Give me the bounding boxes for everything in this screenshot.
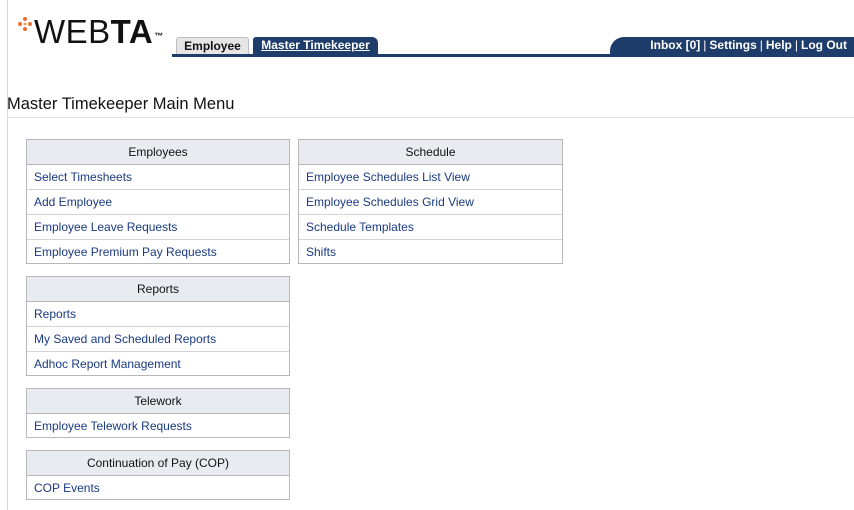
employee-leave-requests-link[interactable]: Employee Leave Requests — [27, 215, 289, 240]
separator: | — [794, 38, 799, 52]
reports-link[interactable]: Reports — [27, 302, 289, 327]
help-link[interactable]: Help — [766, 38, 792, 52]
tab-master-timekeeper[interactable]: Master Timekeeper — [253, 37, 378, 54]
title-divider — [7, 117, 854, 118]
reports-menu-header: Reports — [27, 277, 289, 302]
logout-link[interactable]: Log Out — [801, 38, 847, 52]
employee-schedules-list-view-link[interactable]: Employee Schedules List View — [299, 165, 562, 190]
separator: | — [759, 38, 763, 52]
tab-employee[interactable]: Employee — [176, 37, 249, 54]
shifts-link[interactable]: Shifts — [299, 240, 562, 264]
select-timesheets-link[interactable]: Select Timesheets — [27, 165, 289, 190]
cop-menu-header: Continuation of Pay (COP) — [27, 451, 289, 476]
settings-link[interactable]: Settings — [709, 38, 756, 52]
reports-menu: Reports Reports My Saved and Scheduled R… — [26, 276, 290, 376]
employee-premium-pay-requests-link[interactable]: Employee Premium Pay Requests — [27, 240, 289, 264]
logo-prefix: WEB — [34, 13, 111, 50]
webta-logo: WEBTA™ — [17, 14, 167, 50]
employee-schedules-grid-view-link[interactable]: Employee Schedules Grid View — [299, 190, 562, 215]
nav-divider — [172, 54, 854, 57]
cop-menu: Continuation of Pay (COP) COP Events — [26, 450, 290, 500]
telework-menu: Telework Employee Telework Requests — [26, 388, 290, 438]
telework-menu-header: Telework — [27, 389, 289, 414]
user-links-bar: Inbox [0] | Settings | Help | Log Out — [610, 37, 854, 54]
add-employee-link[interactable]: Add Employee — [27, 190, 289, 215]
employees-menu: Employees Select Timesheets Add Employee… — [26, 139, 290, 264]
cop-events-link[interactable]: COP Events — [27, 476, 289, 500]
employees-menu-header: Employees — [27, 140, 289, 165]
schedule-menu: Schedule Employee Schedules List View Em… — [298, 139, 563, 264]
inbox-link[interactable]: Inbox [0] — [650, 38, 700, 52]
logo-trademark: ™ — [154, 31, 164, 41]
page-title: Master Timekeeper Main Menu — [7, 95, 235, 113]
adhoc-report-management-link[interactable]: Adhoc Report Management — [27, 352, 289, 376]
schedule-templates-link[interactable]: Schedule Templates — [299, 215, 562, 240]
schedule-menu-header: Schedule — [299, 140, 562, 165]
logo-dots-icon — [18, 17, 32, 31]
saved-scheduled-reports-link[interactable]: My Saved and Scheduled Reports — [27, 327, 289, 352]
logo-wordmark: WEBTA™ — [34, 14, 164, 50]
employee-telework-requests-link[interactable]: Employee Telework Requests — [27, 414, 289, 438]
logo-suffix: TA — [110, 13, 154, 50]
